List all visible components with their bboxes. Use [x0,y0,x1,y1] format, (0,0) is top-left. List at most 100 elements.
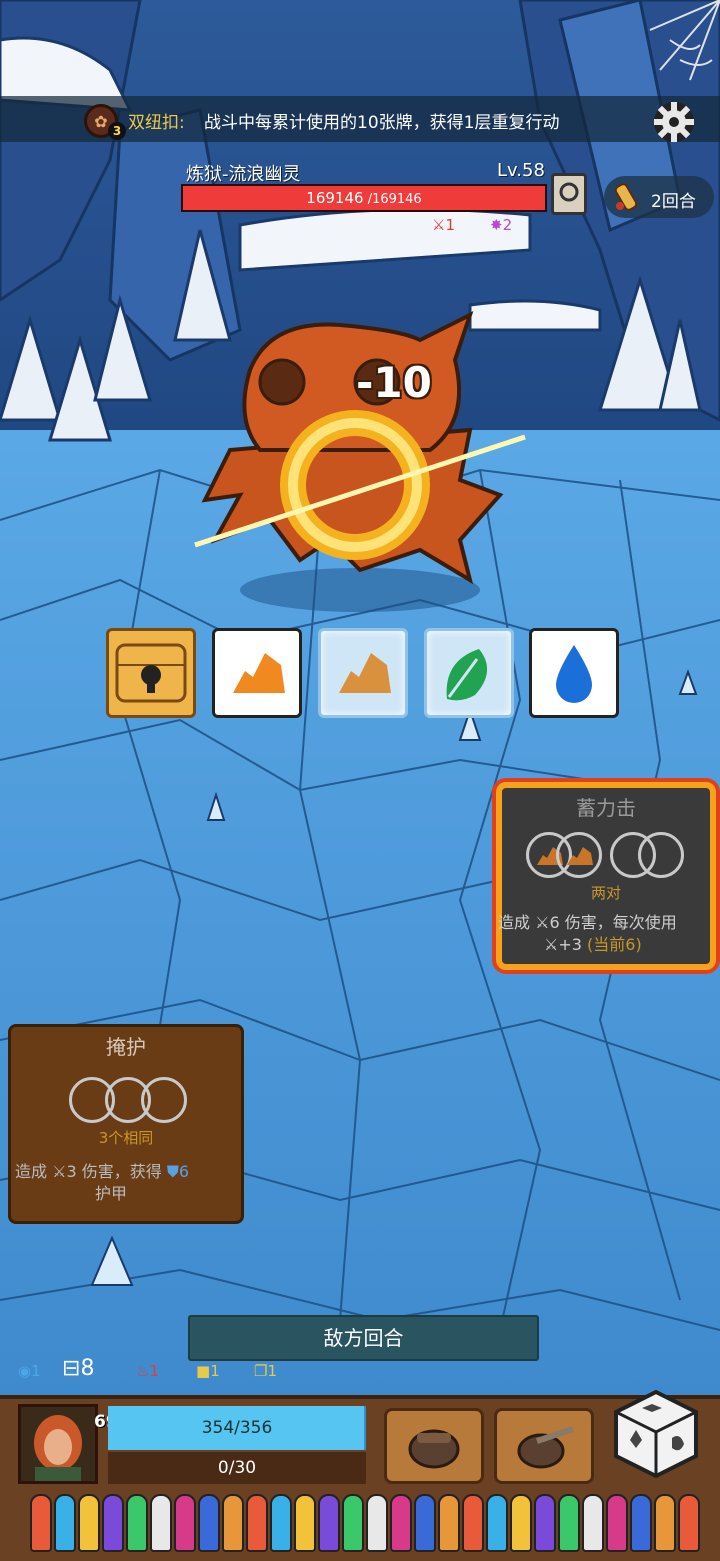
die-slot-empty [141,1077,187,1123]
deck-card[interactable] [414,1494,436,1552]
die-slot-3[interactable] [318,628,408,718]
deck-card[interactable] [126,1494,148,1552]
card-description: 造成 ⚔6 伤害，每次使用 ⚔+3 (当前6) [498,912,718,956]
deck-card[interactable] [174,1494,196,1552]
deck-card[interactable] [102,1494,124,1552]
settings-button[interactable] [648,96,700,148]
dice-icon [614,1389,698,1479]
status-value: 8 [80,1356,95,1381]
desc-mid: 伤害，获得 [81,1162,162,1181]
die-slot-5[interactable] [529,628,619,718]
deck-card[interactable] [246,1494,268,1552]
card-condition: 3个相同 [98,1129,154,1147]
die-slot-filled [556,832,602,878]
status-shield-break[interactable]: ⊟8 [62,1356,94,1381]
intent-attack-value: 1 [445,216,455,234]
die-slot-1[interactable] [106,628,196,718]
rock-icon [567,847,593,865]
die-slot-4[interactable] [424,628,514,718]
splat-intent-icon: ✸ [490,216,503,234]
deck-card[interactable] [342,1494,364,1552]
desc-pre: 造成 [498,913,531,932]
growth-value: +3 [558,935,582,954]
die-slot-empty [638,832,684,878]
flame-icon: ♨ [136,1362,150,1380]
sword-intent-icon: ⚔ [432,216,446,234]
current-value: (当前6) [587,935,642,954]
enemy-turn-button[interactable]: 敌方回合 [188,1315,539,1361]
player-xp-bar: 0/30 [108,1452,366,1484]
enemy-info-button[interactable] [551,173,587,215]
die-slot-2[interactable] [212,628,302,718]
player-xp-text: 0/30 [217,1458,257,1478]
enemy-level: Lv.58 [497,160,545,181]
relic-name: 双纽扣: [128,113,185,133]
armor-value: 6 [178,1162,190,1181]
enemy-intent-attack[interactable]: ⚔1 [432,216,455,234]
intent-debuff-value: 2 [502,216,513,234]
button-relic-icon: ✿ [94,111,108,131]
cube-icon: ■ [196,1362,211,1380]
round-label: 2回合 [651,192,696,212]
deck-card[interactable] [558,1494,580,1552]
deck-card[interactable] [270,1494,292,1552]
desc-mid: 伤害，每次使用 [564,913,677,932]
status-value: 1 [210,1362,220,1380]
deck-strip[interactable] [30,1494,700,1552]
enemy-hp-bar: 169146 /169146 [181,184,547,212]
deck-card[interactable] [678,1494,700,1552]
deck-card[interactable] [582,1494,604,1552]
player-hp-bar: 354/356 [108,1406,366,1450]
enemy-intent-debuff[interactable]: ✸2 [490,216,512,234]
deck-card[interactable] [294,1494,316,1552]
player-portrait[interactable] [18,1404,98,1484]
status-copy[interactable]: ❐1 [254,1362,277,1380]
skill-card-cover[interactable]: 掩护 3个相同 造成 ⚔3 伤害，获得 ⛊6 护甲 [8,1024,244,1224]
deck-card[interactable] [630,1494,652,1552]
relic-stack-badge: 3 [108,122,126,140]
status-value: 1 [149,1362,159,1380]
card-title: 蓄力击 [576,796,636,820]
water-drop-icon [556,645,592,703]
deck-card[interactable] [30,1494,52,1552]
enemy-name: 炼狱-流浪幽灵 [186,164,301,185]
deck-card[interactable] [486,1494,508,1552]
desc-pre: 造成 [15,1162,48,1181]
player-hp-text: 354/356 [201,1418,273,1438]
deck-card[interactable] [78,1494,100,1552]
deck-card[interactable] [462,1494,484,1552]
damage-value: 3 [66,1162,77,1181]
status-cube[interactable]: ■1 [196,1362,220,1380]
status-eye[interactable]: ◉1 [18,1362,41,1380]
deck-card[interactable] [510,1494,532,1552]
deck-card[interactable] [150,1494,172,1552]
roll-dice-button[interactable] [612,1388,700,1480]
avatar [21,1407,95,1481]
deck-card[interactable] [606,1494,628,1552]
card-condition: 两对 [590,884,621,902]
deck-card[interactable] [198,1494,220,1552]
deck-card[interactable] [390,1494,412,1552]
ability-button-slash[interactable] [494,1408,594,1484]
deck-card[interactable] [534,1494,556,1552]
status-flame[interactable]: ♨1 [136,1362,159,1380]
deck-card[interactable] [54,1494,76,1552]
leaf-icon [446,649,488,701]
skill-card-charged-strike[interactable]: 蓄力击 两对 造成 ⚔6 伤害，每次使用 ⚔+3 (当前6) [496,782,716,970]
deck-card[interactable] [366,1494,388,1552]
deck-card[interactable] [438,1494,460,1552]
status-value: 1 [267,1362,277,1380]
sword-icon: ⚔ [52,1162,67,1181]
card-description: 造成 ⚔3 伤害，获得 ⛊6 护甲 [15,1161,243,1205]
enemy-portrait-icon [559,182,579,202]
rock-icon [233,653,285,693]
enemy-hp-max: /169146 [363,192,422,207]
deck-card[interactable] [222,1494,244,1552]
fist-icon [408,1429,460,1469]
lock-icon [115,643,187,703]
eye-icon: ◉ [18,1362,32,1380]
ability-button-fist[interactable] [384,1408,484,1484]
deck-card[interactable] [318,1494,340,1552]
sword-icon: ⚔ [544,935,559,954]
deck-card[interactable] [654,1494,676,1552]
